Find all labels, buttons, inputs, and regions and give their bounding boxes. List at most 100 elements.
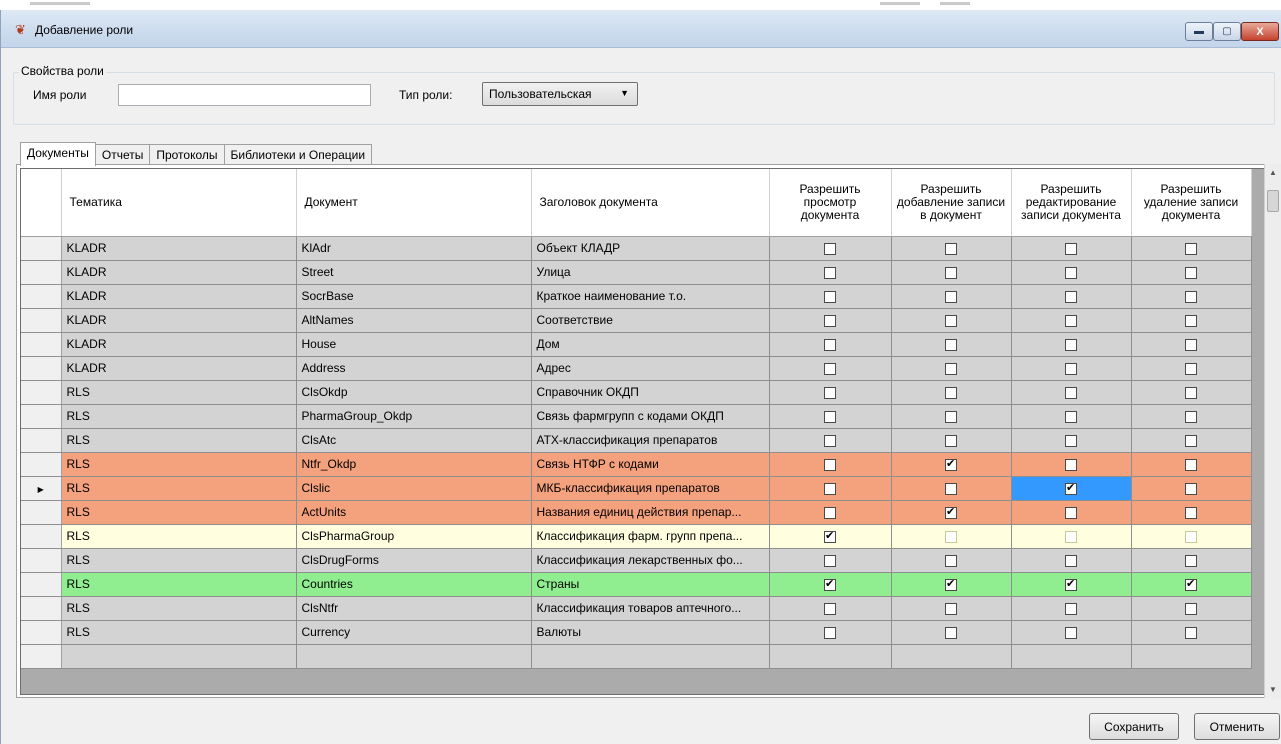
permission-cell[interactable]	[769, 284, 892, 309]
permission-checkbox[interactable]	[945, 626, 957, 639]
cell-doc[interactable]: ClsNtfr	[296, 596, 532, 621]
permission-cell[interactable]	[1011, 236, 1132, 261]
permission-cell[interactable]	[1131, 380, 1252, 405]
table-row[interactable]: RLS ClsNtfr Классификация товаров аптечног…	[21, 596, 1252, 621]
save-button[interactable]: Сохранить	[1089, 713, 1179, 740]
permission-cell[interactable]	[891, 524, 1012, 549]
permission-checkbox[interactable]	[1185, 626, 1197, 639]
cell-title[interactable]: Объект КЛАДР	[531, 236, 770, 261]
cell-title[interactable]: Валюты	[531, 620, 770, 645]
permission-cell[interactable]	[1011, 356, 1132, 381]
cell-title[interactable]: Краткое наименование т.о.	[531, 284, 770, 309]
permission-checkbox[interactable]	[945, 362, 957, 375]
cancel-button[interactable]: Отменить	[1194, 713, 1280, 740]
permission-cell[interactable]	[1011, 284, 1132, 309]
permission-checkbox[interactable]	[945, 386, 957, 399]
permission-checkbox[interactable]	[1065, 314, 1077, 327]
cell-doc[interactable]: ActUnits	[296, 500, 532, 525]
permission-cell[interactable]	[1011, 476, 1132, 501]
permission-checkbox[interactable]	[824, 314, 836, 327]
permission-checkbox[interactable]	[824, 410, 836, 423]
permission-cell[interactable]	[891, 380, 1012, 405]
permission-checkbox[interactable]	[1185, 290, 1197, 303]
cell-theme[interactable]: KLADR	[61, 236, 297, 261]
permission-checkbox[interactable]	[1065, 530, 1077, 543]
permission-checkbox[interactable]	[1185, 458, 1197, 471]
table-row[interactable]: KLADR KlAdr Объект КЛАДР	[21, 236, 1252, 261]
permission-checkbox[interactable]	[824, 529, 836, 543]
permission-cell[interactable]	[891, 620, 1012, 645]
cell-theme[interactable]: RLS	[61, 572, 297, 597]
cell-theme[interactable]: KLADR	[61, 308, 297, 333]
table-row[interactable]: RLS Countries Страны	[21, 572, 1252, 597]
cell-doc[interactable]: Address	[296, 356, 532, 381]
permission-checkbox[interactable]	[824, 554, 836, 567]
cell-doc[interactable]: ClsAtc	[296, 428, 532, 453]
permission-cell[interactable]	[1131, 476, 1252, 501]
permission-checkbox[interactable]	[1065, 602, 1077, 615]
row-header[interactable]	[21, 380, 62, 405]
cell-title[interactable]: Названия единиц действия препар...	[531, 500, 770, 525]
cell-title[interactable]: Классификация лекарственных фо...	[531, 548, 770, 573]
cell-title[interactable]: Связь фармгрупп с кодами ОКДП	[531, 404, 770, 429]
maximize-button[interactable]: ▢	[1213, 22, 1241, 41]
table-row[interactable]: KLADR AltNames Соответствие	[21, 308, 1252, 333]
permission-checkbox[interactable]	[945, 314, 957, 327]
row-header[interactable]	[21, 356, 62, 381]
permission-cell[interactable]	[1131, 428, 1252, 453]
permission-cell[interactable]	[1011, 308, 1132, 333]
role-name-input[interactable]	[118, 84, 371, 106]
row-header[interactable]	[21, 428, 62, 453]
cell-theme[interactable]: KLADR	[61, 284, 297, 309]
permissions-grid[interactable]: Тематика Документ Заголовок документа Разре…	[20, 168, 1265, 695]
permission-cell[interactable]	[769, 308, 892, 333]
row-header[interactable]	[21, 260, 62, 285]
permission-checkbox[interactable]	[1065, 434, 1077, 447]
permission-checkbox[interactable]	[824, 577, 836, 591]
row-header[interactable]	[21, 284, 62, 309]
permission-checkbox[interactable]	[1065, 626, 1077, 639]
cell-doc[interactable]: House	[296, 332, 532, 357]
permission-checkbox[interactable]	[1065, 481, 1077, 495]
table-row[interactable]: ▶ RLS Clslic МКБ-классификация препаратов	[21, 476, 1252, 501]
permission-cell[interactable]	[769, 380, 892, 405]
row-header[interactable]: ▶	[21, 476, 62, 501]
permission-checkbox[interactable]	[824, 482, 836, 495]
permission-cell[interactable]	[891, 452, 1012, 477]
cell-doc[interactable]: AltNames	[296, 308, 532, 333]
permission-cell[interactable]	[1011, 524, 1132, 549]
minimize-button[interactable]: ▬	[1185, 22, 1213, 41]
close-button[interactable]: X	[1241, 22, 1279, 41]
permission-cell[interactable]	[1011, 332, 1132, 357]
permission-checkbox[interactable]	[945, 530, 957, 543]
permission-checkbox[interactable]	[824, 362, 836, 375]
permission-cell[interactable]	[769, 404, 892, 429]
scroll-thumb[interactable]	[1267, 190, 1279, 212]
cell-theme[interactable]: RLS	[61, 428, 297, 453]
row-header[interactable]	[21, 308, 62, 333]
permission-checkbox[interactable]	[1065, 362, 1077, 375]
row-header[interactable]	[21, 548, 62, 573]
cell-doc[interactable]: Street	[296, 260, 532, 285]
permission-checkbox[interactable]	[1065, 410, 1077, 423]
permission-checkbox[interactable]	[1185, 602, 1197, 615]
permission-checkbox[interactable]	[945, 290, 957, 303]
permission-checkbox[interactable]	[824, 458, 836, 471]
permission-cell[interactable]	[1011, 380, 1132, 405]
permission-checkbox[interactable]	[1065, 242, 1077, 255]
permission-checkbox[interactable]	[1185, 554, 1197, 567]
permission-cell[interactable]	[1011, 428, 1132, 453]
column-header[interactable]: Разрешить просмотр документа	[769, 169, 892, 237]
cell-theme[interactable]: RLS	[61, 380, 297, 405]
role-type-select[interactable]: Пользовательская ▼	[482, 82, 638, 106]
permission-checkbox[interactable]	[1065, 506, 1077, 519]
permission-checkbox[interactable]	[1185, 266, 1197, 279]
cell-theme[interactable]: RLS	[61, 476, 297, 501]
permission-checkbox[interactable]	[1065, 338, 1077, 351]
permission-checkbox[interactable]	[1065, 554, 1077, 567]
column-header[interactable]: Тематика	[61, 169, 297, 237]
permission-cell[interactable]	[1011, 620, 1132, 645]
permission-cell[interactable]	[1131, 356, 1252, 381]
permission-cell[interactable]	[1131, 620, 1252, 645]
column-header[interactable]: Документ	[296, 169, 532, 237]
